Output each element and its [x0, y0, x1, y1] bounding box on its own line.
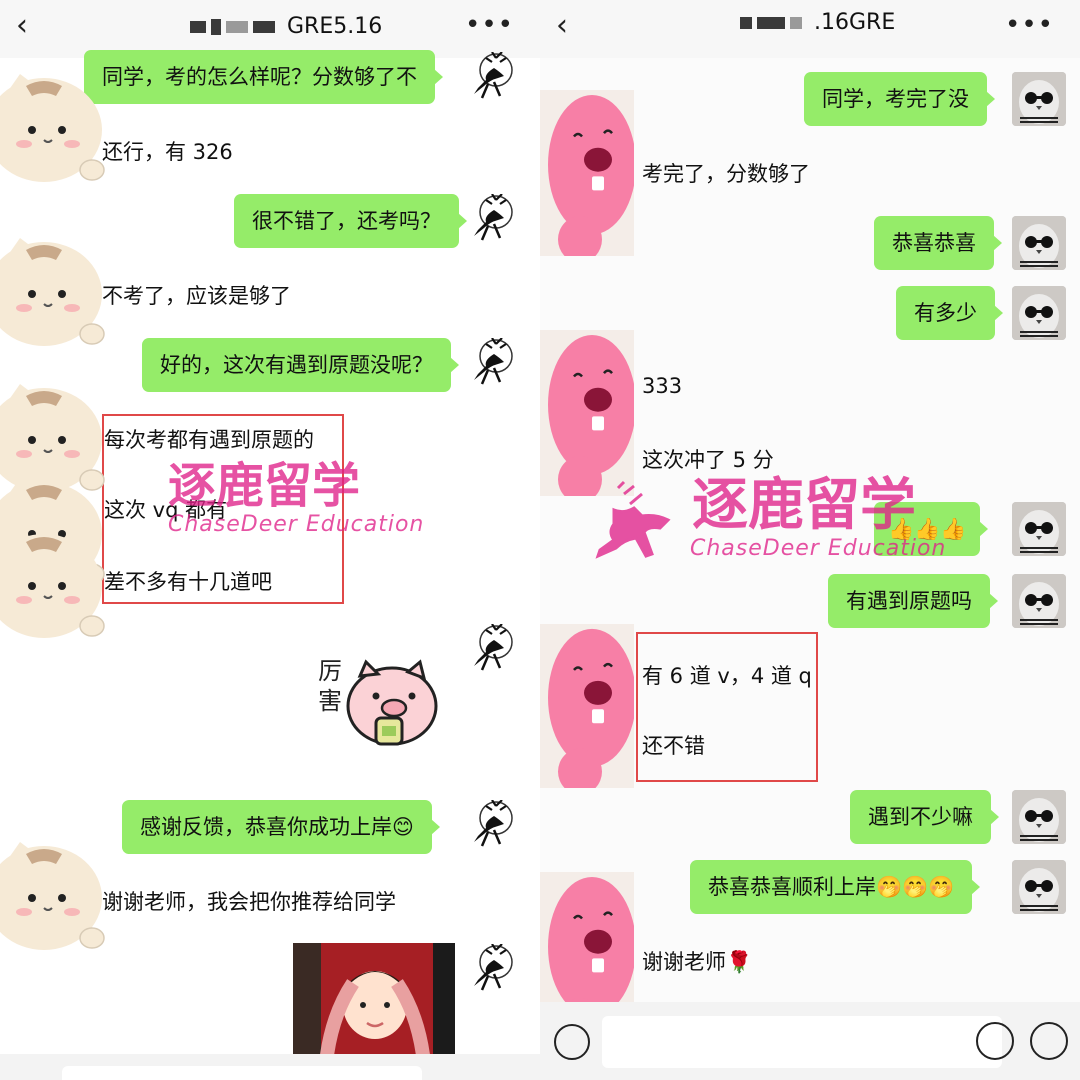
student-message: 考完了，分数够了: [642, 162, 810, 186]
teacher-message: 有多少: [896, 286, 1003, 340]
teacher-message: 同学，考完了没: [804, 72, 995, 126]
message-input[interactable]: [602, 1016, 1002, 1068]
deer-icon: [474, 799, 513, 847]
deer-icon: [474, 623, 513, 671]
deer-icon: [474, 337, 513, 385]
teacher-deer-avatar[interactable]: [470, 337, 514, 386]
beaver-icon: [540, 624, 634, 788]
owl-icon: [1012, 502, 1066, 556]
input-bar: [0, 1054, 540, 1080]
student-message: 还行，有 326: [102, 140, 233, 164]
beaver-icon: [540, 90, 634, 256]
beaver-icon: [540, 330, 634, 496]
cat-face-icon: [0, 842, 105, 950]
cat-face-icon: [0, 238, 105, 346]
student-beaver-avatar[interactable]: [540, 624, 634, 788]
deer-icon: [474, 193, 513, 241]
student-cat-avatar[interactable]: [0, 838, 106, 952]
student-message: 333: [642, 374, 683, 398]
owl-icon: [1012, 216, 1066, 270]
student-cat-avatar[interactable]: [0, 234, 106, 348]
chat-title-text: GRE5.16: [287, 14, 383, 39]
teacher-deer-avatar[interactable]: [470, 799, 514, 848]
teacher-message: 遇到不少嘛: [850, 790, 999, 844]
back-chevron-icon[interactable]: ‹: [556, 8, 568, 43]
student-message: 谢谢老师，我会把你推荐给同学: [102, 890, 396, 914]
highlight-box: [636, 632, 818, 782]
teacher-deer-avatar[interactable]: [470, 623, 514, 672]
student-beaver-avatar[interactable]: [540, 90, 634, 256]
child-photo[interactable]: [293, 943, 455, 1055]
teacher-deer-avatar[interactable]: [470, 51, 514, 100]
student-message: 这次冲了 5 分: [642, 448, 774, 472]
chat-title-text: .16GRE: [814, 10, 896, 35]
teacher-deer-avatar[interactable]: [470, 943, 514, 992]
pig-sticker[interactable]: 厉害: [312, 656, 438, 756]
left-chat-screenshot: ‹ GRE5.16 ••• 同学，考的怎么样呢？分数够了不 还行，有 326 很…: [0, 0, 540, 1080]
student-beaver-avatar[interactable]: [540, 330, 634, 496]
message-input[interactable]: [62, 1066, 422, 1080]
teacher-owl-avatar[interactable]: [1012, 502, 1066, 556]
owl-icon: [1012, 860, 1066, 914]
deer-icon: [474, 51, 513, 99]
teacher-message: 👍👍👍: [874, 502, 989, 556]
owl-icon: [1012, 790, 1066, 844]
teacher-message: 同学，考的怎么样呢？分数够了不: [84, 50, 443, 104]
sticker-caption: 厉害: [318, 657, 342, 715]
redacted-name: [190, 21, 206, 33]
emoji-icon[interactable]: [976, 1022, 1014, 1060]
photo-image: [293, 943, 455, 1055]
back-chevron-icon[interactable]: ‹: [16, 8, 28, 43]
deer-icon: [474, 943, 513, 991]
redacted-name: [740, 17, 752, 29]
more-dots-icon[interactable]: •••: [1005, 10, 1054, 40]
student-cat-avatar[interactable]: [0, 526, 106, 640]
student-cat-avatar[interactable]: [0, 70, 106, 184]
cat-face-icon: [0, 74, 105, 182]
input-bar: [540, 1002, 1080, 1080]
add-icon[interactable]: [1030, 1022, 1068, 1060]
teacher-owl-avatar[interactable]: [1012, 574, 1066, 628]
teacher-message: 很不错了，还考吗？: [234, 194, 467, 248]
teacher-owl-avatar[interactable]: [1012, 216, 1066, 270]
owl-icon: [1012, 286, 1066, 340]
teacher-message: 恭喜恭喜: [874, 216, 1002, 270]
right-chat-screenshot: ‹ .16GRE ••• 同学，考完了没 考完了，分数够了 恭喜恭喜 有多少 3…: [540, 0, 1080, 1080]
teacher-owl-avatar[interactable]: [1012, 72, 1066, 126]
student-message: 不考了，应该是够了: [102, 284, 291, 308]
teacher-owl-avatar[interactable]: [1012, 790, 1066, 844]
owl-icon: [1012, 72, 1066, 126]
teacher-deer-avatar[interactable]: [470, 193, 514, 242]
owl-icon: [1012, 574, 1066, 628]
right-chat-header: ‹ .16GRE •••: [540, 0, 1080, 58]
teacher-message: 恭喜恭喜顺利上岸🤭🤭🤭: [690, 860, 981, 914]
student-message: 谢谢老师🌹: [642, 950, 753, 974]
chat-title: GRE5.16: [190, 14, 382, 39]
cat-face-icon: [0, 530, 105, 638]
more-dots-icon[interactable]: •••: [465, 10, 514, 40]
chat-title: .16GRE: [740, 10, 895, 35]
teacher-owl-avatar[interactable]: [1012, 286, 1066, 340]
teacher-message: 有遇到原题吗: [828, 574, 998, 628]
teacher-message: 好的，这次有遇到原题没呢？: [142, 338, 459, 392]
voice-icon[interactable]: [554, 1024, 590, 1060]
highlight-box: [102, 414, 344, 604]
teacher-owl-avatar[interactable]: [1012, 860, 1066, 914]
teacher-message: 感谢反馈，恭喜你成功上岸😊: [122, 800, 440, 854]
